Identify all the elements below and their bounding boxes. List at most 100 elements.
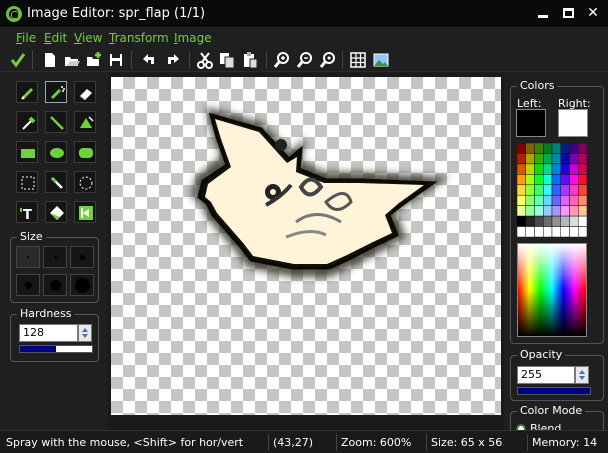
zoom-out-button[interactable] (295, 50, 315, 70)
palette-cell[interactable] (578, 226, 587, 237)
palette-cell[interactable] (551, 163, 561, 175)
palette-cell[interactable] (578, 215, 587, 227)
palette-cell[interactable] (560, 143, 570, 154)
size-option-6[interactable] (70, 274, 94, 296)
eraser-tool[interactable] (74, 81, 96, 103)
cut-button[interactable] (195, 50, 215, 70)
palette-cell[interactable] (578, 143, 587, 154)
erase-color-tool[interactable] (45, 201, 67, 223)
palette-cell[interactable] (551, 215, 561, 227)
palette-cell[interactable] (543, 143, 553, 154)
opacity-input[interactable]: 255 (517, 366, 575, 384)
fill-tool[interactable] (74, 111, 96, 133)
opacity-slider[interactable] (517, 387, 591, 395)
palette-cell[interactable] (560, 226, 570, 237)
palette-cell[interactable] (517, 215, 526, 227)
palette-cell[interactable] (525, 184, 535, 196)
palette-cell[interactable] (525, 174, 535, 186)
add-image-button[interactable] (84, 50, 104, 70)
close-button[interactable]: ✕ (581, 4, 605, 22)
rounded-rectangle-tool[interactable] (74, 141, 96, 163)
palette-cell[interactable] (543, 153, 553, 165)
copy-button[interactable] (217, 50, 237, 70)
palette-cell[interactable] (525, 215, 535, 227)
size-option-4[interactable] (16, 274, 40, 296)
palette-cell[interactable] (517, 194, 526, 206)
palette-cell[interactable] (560, 163, 570, 175)
hardness-slider[interactable] (19, 345, 93, 353)
hardness-input[interactable]: 128 (19, 324, 78, 342)
palette-cell[interactable] (569, 205, 579, 217)
menu-transform[interactable]: Transform (109, 31, 169, 45)
maximize-button[interactable] (556, 4, 580, 22)
size-option-3[interactable] (70, 246, 94, 268)
palette-cell[interactable] (551, 174, 561, 186)
palette-cell[interactable] (560, 184, 570, 196)
palette-cell[interactable] (517, 184, 526, 196)
palette-cell[interactable] (578, 153, 587, 165)
color-picker-tool[interactable] (16, 111, 38, 133)
size-option-5[interactable] (43, 274, 67, 296)
palette-cell[interactable] (551, 143, 561, 154)
palette-cell[interactable] (569, 184, 579, 196)
flip-tool[interactable] (74, 201, 96, 223)
palette-cell[interactable] (534, 174, 544, 186)
palette-cell[interactable] (569, 215, 579, 227)
right-color-swatch[interactable] (558, 109, 588, 137)
palette-cell[interactable] (543, 163, 553, 175)
palette-cell[interactable] (543, 194, 553, 206)
palette-cell[interactable] (534, 153, 544, 165)
size-option-2[interactable] (43, 246, 67, 268)
palette-cell[interactable] (569, 153, 579, 165)
menu-edit[interactable]: Edit (44, 31, 67, 45)
save-button[interactable] (106, 50, 126, 70)
palette-cell[interactable] (560, 153, 570, 165)
ellipse-tool[interactable] (45, 141, 67, 163)
pencil-tool[interactable] (16, 81, 38, 103)
palette-cell[interactable] (517, 143, 526, 154)
minimize-button[interactable] (531, 4, 555, 22)
palette-cell[interactable] (551, 184, 561, 196)
color-palette[interactable] (517, 143, 587, 237)
image-canvas[interactable] (111, 77, 501, 415)
palette-cell[interactable] (578, 184, 587, 196)
palette-cell[interactable] (551, 205, 561, 217)
palette-cell[interactable] (543, 205, 553, 217)
zoom-fit-button[interactable] (318, 50, 338, 70)
select-tool[interactable] (16, 171, 38, 193)
palette-cell[interactable] (525, 153, 535, 165)
magic-wand-tool[interactable] (45, 171, 67, 193)
confirm-button[interactable] (8, 50, 28, 70)
menu-image[interactable]: Image (174, 31, 212, 45)
new-button[interactable] (40, 50, 60, 70)
palette-cell[interactable] (578, 205, 587, 217)
spray-tool[interactable] (45, 81, 67, 103)
palette-cell[interactable] (534, 226, 544, 237)
paste-button[interactable] (240, 50, 260, 70)
palette-cell[interactable] (551, 194, 561, 206)
palette-cell[interactable] (569, 174, 579, 186)
palette-cell[interactable] (578, 174, 587, 186)
palette-cell[interactable] (534, 143, 544, 154)
menu-view[interactable]: View (74, 31, 102, 45)
size-option-1[interactable] (16, 246, 40, 268)
palette-cell[interactable] (578, 194, 587, 206)
palette-cell[interactable] (560, 174, 570, 186)
palette-cell[interactable] (517, 226, 526, 237)
open-button[interactable] (62, 50, 82, 70)
menu-file[interactable]: File (16, 31, 36, 45)
palette-cell[interactable] (534, 194, 544, 206)
palette-cell[interactable] (525, 143, 535, 154)
left-color-swatch[interactable] (516, 109, 546, 137)
rectangle-tool[interactable] (16, 141, 38, 163)
picture-button[interactable] (371, 50, 391, 70)
palette-cell[interactable] (569, 226, 579, 237)
palette-cell[interactable] (569, 194, 579, 206)
line-tool[interactable] (45, 111, 67, 133)
palette-cell[interactable] (560, 215, 570, 227)
palette-cell[interactable] (569, 163, 579, 175)
palette-cell[interactable] (560, 205, 570, 217)
palette-cell[interactable] (517, 163, 526, 175)
palette-cell[interactable] (534, 163, 544, 175)
palette-cell[interactable] (551, 226, 561, 237)
